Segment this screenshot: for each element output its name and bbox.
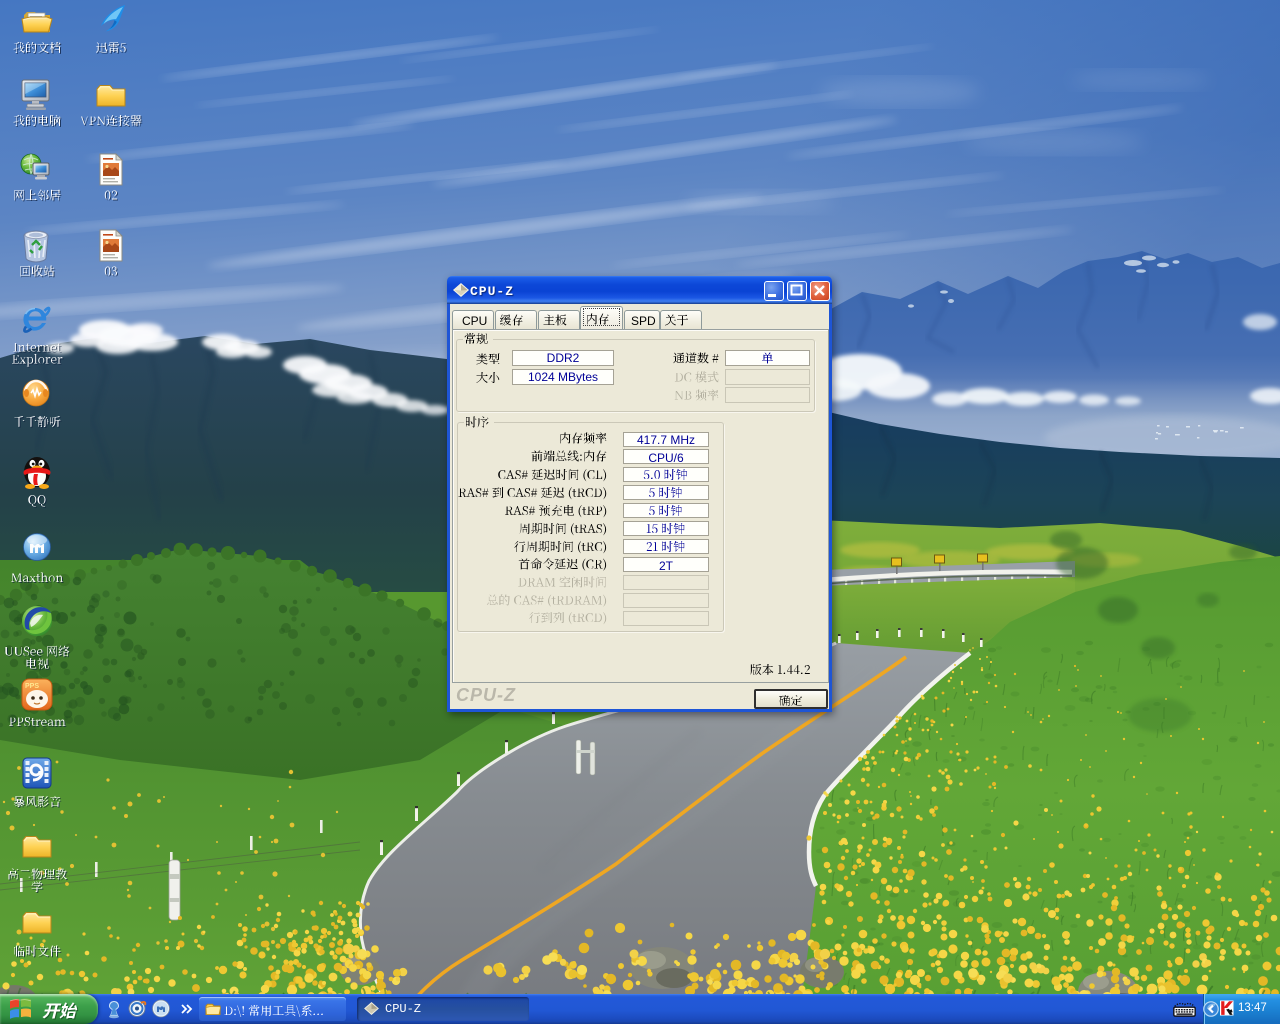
svg-text:PPS: PPS: [25, 683, 39, 690]
